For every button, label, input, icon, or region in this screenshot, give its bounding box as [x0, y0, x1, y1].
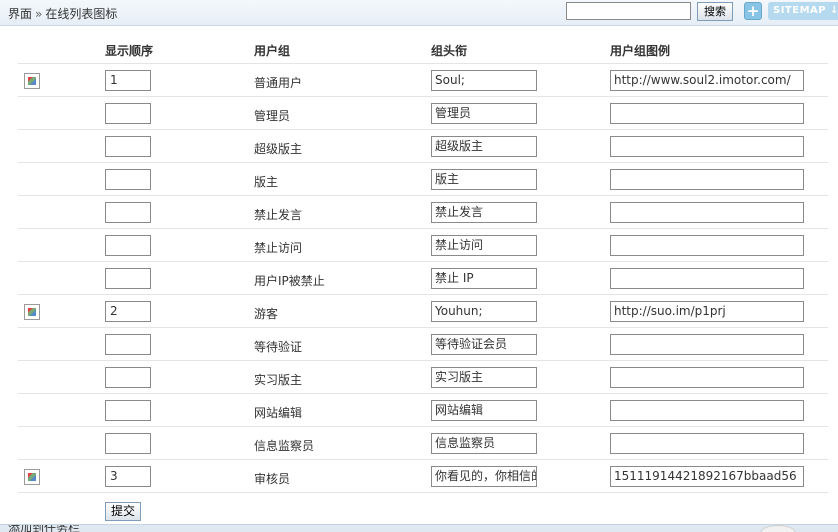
column-header-title: 组头衔: [431, 44, 468, 58]
display-order-input[interactable]: [105, 103, 151, 124]
table-row: 禁止访问 禁止访问: [18, 229, 828, 262]
search-button[interactable]: 搜索: [697, 2, 733, 21]
column-header-icon: 用户组图例: [610, 44, 671, 58]
top-bar: 界面» 在线列表图标 搜索 + SITEMAP ↓: [0, 0, 838, 26]
group-title-input[interactable]: Youhun;: [431, 301, 537, 322]
group-icon-url-input[interactable]: [610, 334, 804, 355]
table-row: 2 游客 Youhun; http://suo.im/p1prj: [18, 295, 828, 328]
usergroup-name: 信息监察员: [254, 439, 315, 453]
group-icon-url-input[interactable]: [610, 367, 804, 388]
add-icon[interactable]: +: [744, 2, 762, 20]
usergroup-name: 用户IP被禁止: [254, 274, 325, 288]
group-icon-url-input[interactable]: [610, 169, 804, 190]
broken-image-icon: [24, 469, 40, 485]
group-title-input[interactable]: 管理员: [431, 103, 537, 124]
group-title-input[interactable]: 禁止发言: [431, 202, 537, 223]
usergroup-name: 游客: [254, 307, 279, 321]
group-icon-url-input[interactable]: [610, 400, 804, 421]
table-header: 显示顺序 用户组 组头衔 用户组图例: [18, 34, 828, 64]
usergroup-name: 管理员: [254, 109, 291, 123]
group-icon-url-input[interactable]: [610, 433, 804, 454]
display-order-input[interactable]: [105, 202, 151, 223]
table-row: 1 普通用户 Soul; http://www.soul2.imotor.com/: [18, 64, 828, 97]
display-order-input[interactable]: [105, 169, 151, 190]
display-order-input[interactable]: [105, 235, 151, 256]
group-title-input[interactable]: 禁止访问: [431, 235, 537, 256]
usergroup-name: 超级版主: [254, 142, 303, 156]
usergroup-name: 版主: [254, 175, 279, 189]
table-row: 管理员 管理员: [18, 97, 828, 130]
table-row: 3 审核员 你看见的，你相信的 15111914421892167bbaad56: [18, 460, 828, 493]
display-order-input[interactable]: 1: [105, 70, 151, 91]
usergroup-name: 普通用户: [254, 76, 303, 90]
group-icon-url-input[interactable]: [610, 103, 804, 124]
group-title-input[interactable]: 禁止 IP: [431, 268, 537, 289]
table-row: 超级版主 超级版主: [18, 130, 828, 163]
breadcrumb-root[interactable]: 界面: [8, 7, 32, 21]
column-header-group: 用户组: [254, 44, 291, 58]
display-order-input[interactable]: 2: [105, 301, 151, 322]
breadcrumb-current: 在线列表图标: [45, 7, 118, 21]
usergroup-name: 禁止访问: [254, 241, 303, 255]
table-body: 1 普通用户 Soul; http://www.soul2.imotor.com/管理…: [18, 64, 828, 493]
display-order-input[interactable]: 3: [105, 466, 151, 487]
table-row: 实习版主 实习版主: [18, 361, 828, 394]
display-order-input[interactable]: [105, 433, 151, 454]
group-title-input[interactable]: 实习版主: [431, 367, 537, 388]
search-input[interactable]: [566, 2, 691, 20]
group-title-input[interactable]: 版主: [431, 169, 537, 190]
group-title-input[interactable]: Soul;: [431, 70, 537, 91]
group-icon-url-input[interactable]: [610, 136, 804, 157]
group-title-input[interactable]: 等待验证会员: [431, 334, 537, 355]
table-row: 用户IP被禁止 禁止 IP: [18, 262, 828, 295]
table-row: 网站编辑 网站编辑: [18, 394, 828, 427]
display-order-input[interactable]: [105, 400, 151, 421]
usergroup-name: 禁止发言: [254, 208, 303, 222]
column-header-order: 显示顺序: [105, 44, 154, 58]
table-row: 版主 版主: [18, 163, 828, 196]
display-order-input[interactable]: [105, 334, 151, 355]
usergroup-name: 等待验证: [254, 340, 303, 354]
group-title-input[interactable]: 网站编辑: [431, 400, 537, 421]
group-icon-url-input[interactable]: [610, 268, 804, 289]
group-title-input[interactable]: 信息监察员: [431, 433, 537, 454]
breadcrumb-separator: »: [35, 7, 43, 21]
sitemap-button[interactable]: SITEMAP ↓: [768, 2, 838, 20]
display-order-input[interactable]: [105, 367, 151, 388]
usergroup-icon-table: 显示顺序 用户组 组头衔 用户组图例 1 普通用户 Soul; http://www.…: [18, 34, 828, 493]
group-title-input[interactable]: 超级版主: [431, 136, 537, 157]
usergroup-name: 审核员: [254, 472, 291, 486]
group-icon-url-input[interactable]: http://www.soul2.imotor.com/: [610, 70, 804, 91]
broken-image-icon: [24, 304, 40, 320]
table-row: 禁止发言 禁止发言: [18, 196, 828, 229]
breadcrumb: 界面» 在线列表图标: [8, 5, 117, 22]
display-order-input[interactable]: [105, 268, 151, 289]
table-row: 信息监察员 信息监察员: [18, 427, 828, 460]
group-icon-url-input[interactable]: [610, 202, 804, 223]
group-icon-url-input[interactable]: [610, 235, 804, 256]
table-row: 等待验证 等待验证会员: [18, 328, 828, 361]
group-title-input[interactable]: 你看见的，你相信的: [431, 466, 537, 487]
group-icon-url-input[interactable]: 15111914421892167bbaad56: [610, 466, 804, 487]
footer-circle-icon: [760, 525, 796, 532]
group-icon-url-input[interactable]: http://suo.im/p1prj: [610, 301, 804, 322]
usergroup-name: 网站编辑: [254, 406, 303, 420]
display-order-input[interactable]: [105, 136, 151, 157]
usergroup-name: 实习版主: [254, 373, 303, 387]
broken-image-icon: [24, 73, 40, 89]
footer-bar: 添加到任务栏: [0, 524, 838, 532]
add-to-taskbar-link[interactable]: 添加到任务栏: [8, 525, 80, 532]
submit-button[interactable]: 提交: [105, 502, 141, 521]
